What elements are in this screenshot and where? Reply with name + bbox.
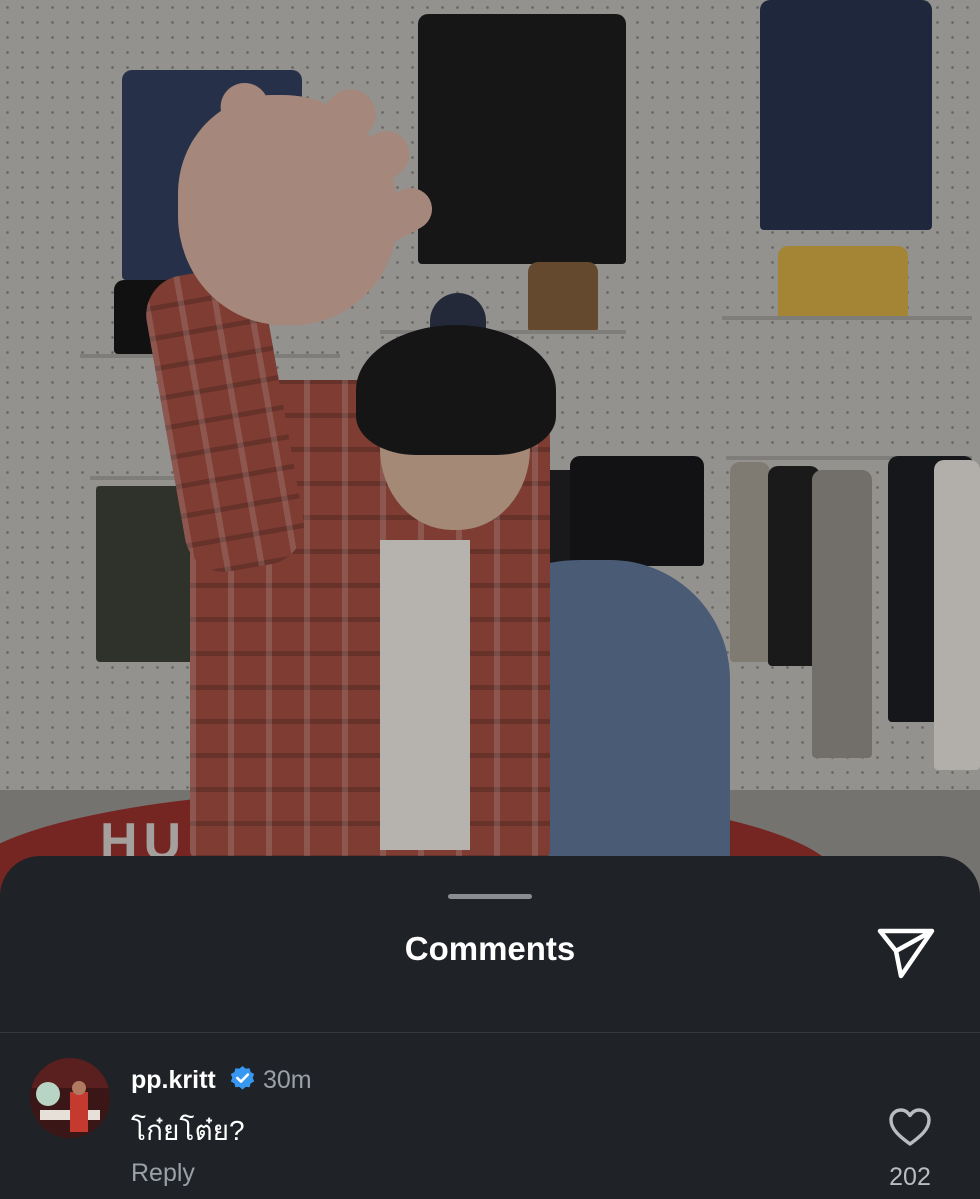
post-photo: HU <box>0 0 980 900</box>
sheet-grabber[interactable] <box>448 894 532 899</box>
avatar[interactable] <box>30 1058 110 1138</box>
like-count: 202 <box>889 1163 931 1191</box>
verified-badge-icon <box>229 1065 256 1092</box>
send-icon[interactable] <box>872 922 940 982</box>
divider <box>0 1032 980 1033</box>
photo-dim-overlay <box>0 0 980 900</box>
reply-button[interactable]: Reply <box>131 1159 195 1188</box>
comment-text: โก๋ยโต๋ย? <box>131 1115 245 1146</box>
heart-icon[interactable] <box>887 1106 933 1148</box>
sheet-title: Comments <box>404 930 576 967</box>
comment-username[interactable]: pp.kritt <box>131 1066 216 1095</box>
comment-time: 30m <box>263 1066 312 1094</box>
comments-sheet: Comments pp.kritt 30m โก๋ยโต๋ย? Reply 20… <box>0 856 980 1199</box>
